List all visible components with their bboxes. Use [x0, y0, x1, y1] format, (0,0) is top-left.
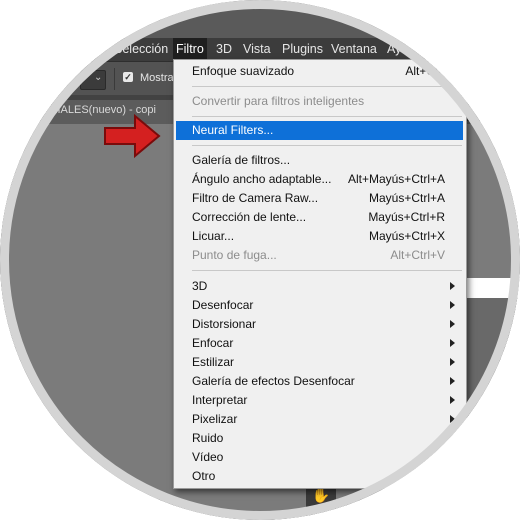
- menu-3d[interactable]: 3D: [213, 38, 235, 61]
- menu-filtro[interactable]: Filtro: [173, 38, 207, 61]
- submenu-arrow-icon: [450, 320, 455, 328]
- menu-item[interactable]: Corrección de lente... Mayús+Ctrl+R: [174, 208, 464, 227]
- show-checkbox[interactable]: ✓: [123, 72, 133, 82]
- menu-item: Punto de fuga... Alt+Ctrl+V: [174, 246, 464, 265]
- menu-item-shortcut: Alt+Ctrl: [405, 64, 445, 78]
- menu-item[interactable]: Distorsionar: [174, 315, 464, 334]
- menu-item[interactable]: Filtro de Camera Raw... Mayús+Ctrl+A: [174, 189, 464, 208]
- menu-ventana[interactable]: Ventana: [328, 38, 380, 61]
- menu-separator: [192, 145, 462, 146]
- menu-vista[interactable]: Vista: [240, 38, 274, 61]
- menu-item-shortcut: Mayús+Ctrl+X: [368, 229, 445, 243]
- menu-item-shortcut: Alt+Mayús+Ctrl+A: [347, 172, 445, 186]
- menu-item-label: Ángulo ancho adaptable...: [192, 172, 332, 186]
- menu-item-shortcut: Mayús+Ctrl+A: [368, 191, 445, 205]
- menu-item[interactable]: Estilizar: [174, 353, 464, 372]
- menu-item-label: Filtro de Camera Raw...: [192, 191, 319, 205]
- menu-item-label: Galería de filtros...: [192, 153, 291, 167]
- menu-item-shortcut: Mayús+Ctrl+R: [368, 210, 445, 224]
- menu-item[interactable]: Pixelizar: [174, 410, 464, 429]
- submenu-arrow-icon: [450, 282, 455, 290]
- red-arrow-icon: [104, 113, 161, 159]
- submenu-arrow-icon: [450, 377, 455, 385]
- filter-menu: Enfoque suavizado Alt+Ctrl Convertir par…: [173, 59, 467, 489]
- menu-item-neural-filters[interactable]: Neural Filters...: [176, 121, 463, 140]
- menu-item-label: Vídeo: [192, 450, 224, 464]
- menu-separator: [192, 270, 462, 271]
- menu-item[interactable]: Enfocar: [174, 334, 464, 353]
- menu-item-label: Interpretar: [192, 393, 248, 407]
- menu-item-label: 3D: [192, 279, 208, 293]
- hand-tool-icon[interactable]: ✋: [306, 485, 336, 520]
- menu-item[interactable]: Enfoque suavizado Alt+Ctrl: [174, 62, 464, 81]
- menu-item-label: Enfoque suavizado: [192, 64, 295, 78]
- menu-item-label: Neural Filters...: [192, 123, 274, 137]
- menu-item-label: Licuar...: [192, 229, 235, 243]
- chevron-down-icon: ⌄: [94, 72, 103, 83]
- menu-item-label: Corrección de lente...: [192, 210, 307, 224]
- menu-item[interactable]: Licuar... Mayús+Ctrl+X: [174, 227, 464, 246]
- menu-separator: [192, 86, 462, 87]
- menu-ayuda[interactable]: Ay: [384, 38, 404, 61]
- toolbar-divider: [114, 68, 115, 90]
- menu-item[interactable]: Galería de filtros...: [174, 151, 464, 170]
- menu-item-label: Galería de efectos Desenfocar: [192, 374, 355, 388]
- submenu-arrow-icon: [450, 301, 455, 309]
- menu-item[interactable]: Vídeo: [174, 448, 464, 467]
- menu-item-label: Enfocar: [192, 336, 234, 350]
- menu-seleccion[interactable]: Selección: [111, 38, 171, 61]
- menu-item-label: Punto de fuga...: [192, 248, 277, 262]
- submenu-arrow-icon: [450, 339, 455, 347]
- menu-item-label: Otro: [192, 469, 216, 483]
- menu-item[interactable]: Interpretar: [174, 391, 464, 410]
- menu-item-label: Ruido: [192, 431, 224, 445]
- menu-item-shortcut: Alt+Ctrl+V: [390, 248, 445, 262]
- submenu-arrow-icon: [450, 396, 455, 404]
- menu-plugins[interactable]: Plugins: [279, 38, 326, 61]
- menu-bar: Selección Filtro 3D Vista Plugins Ventan…: [0, 38, 520, 61]
- menu-item-label: Distorsionar: [192, 317, 257, 331]
- menu-item[interactable]: Desenfocar: [174, 296, 464, 315]
- menu-item[interactable]: Ruido: [174, 429, 464, 448]
- canvas-panel: [462, 298, 520, 458]
- menu-item-label: Estilizar: [192, 355, 235, 369]
- menu-item-label: Pixelizar: [192, 412, 238, 426]
- submenu-arrow-icon: [450, 358, 455, 366]
- menu-item-label: Convertir para filtros inteligentes: [192, 94, 365, 108]
- show-checkbox-label: Mostrar: [140, 72, 178, 84]
- menu-item[interactable]: 3D: [174, 277, 464, 296]
- menu-item[interactable]: Otro: [174, 467, 464, 486]
- photoshop-window: Selección Filtro 3D Vista Plugins Ventan…: [0, 0, 520, 520]
- submenu-arrow-icon: [450, 415, 455, 423]
- menu-separator: [192, 116, 462, 117]
- menu-item: Convertir para filtros inteligentes: [174, 92, 464, 111]
- menu-item-label: Desenfocar: [192, 298, 254, 312]
- menu-item[interactable]: Ángulo ancho adaptable... Alt+Mayús+Ctrl…: [174, 170, 464, 189]
- menu-item[interactable]: Galería de efectos Desenfocar: [174, 372, 464, 391]
- canvas-panel-strip: [462, 278, 520, 298]
